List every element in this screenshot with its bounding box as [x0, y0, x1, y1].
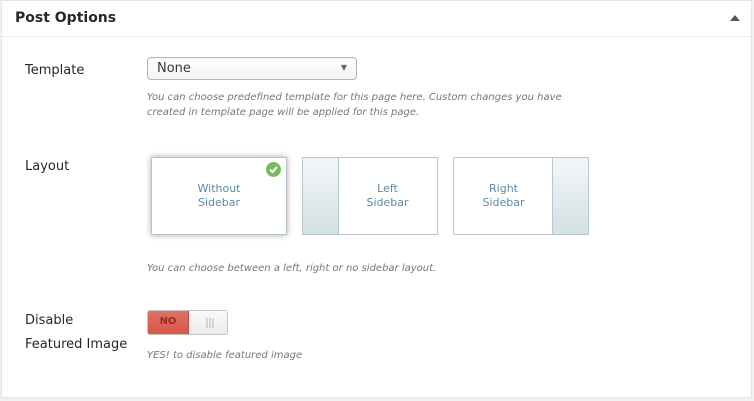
disable-featured-image-toggle[interactable]: NO — [147, 310, 228, 335]
layout-option-line1: Right — [489, 182, 518, 195]
featured-image-label-line1: Disable — [25, 313, 74, 328]
layout-option-line2: Sidebar — [482, 196, 525, 209]
panel-title: Post Options — [15, 10, 117, 26]
right-sidebar-preview — [552, 158, 588, 234]
layout-option-label: Right Sidebar — [454, 182, 553, 210]
left-sidebar-preview — [303, 158, 339, 234]
template-label: Template — [25, 63, 85, 78]
layout-option-line2: Sidebar — [197, 196, 241, 209]
layout-option-line1: Left — [377, 182, 398, 195]
layout-option-line2: Sidebar — [366, 196, 409, 209]
grip-icon[interactable] — [205, 318, 215, 328]
panel-header[interactable]: Post Options — [2, 1, 751, 37]
layout-option-without-sidebar[interactable]: Without Sidebar — [151, 157, 287, 235]
checkmark-icon — [266, 162, 281, 177]
layout-option-label: Without Sidebar — [152, 182, 286, 210]
featured-image-description: YES! to disable featured image — [147, 350, 303, 361]
layout-description: You can choose between a left, right or … — [147, 263, 437, 274]
layout-option-label: Left Sidebar — [338, 182, 437, 210]
layout-option-right-sidebar[interactable]: Right Sidebar — [453, 157, 589, 235]
featured-image-label-line2: Featured Image — [25, 337, 128, 352]
template-select-value: None — [157, 61, 191, 76]
post-options-panel: Post Options Template None ▼ You can cho… — [1, 0, 752, 398]
template-select[interactable]: None ▼ — [147, 57, 357, 80]
layout-option-left-sidebar[interactable]: Left Sidebar — [302, 157, 438, 235]
collapse-arrow-icon[interactable] — [729, 13, 741, 23]
template-description-line1: You can choose predefined template for t… — [147, 92, 562, 103]
chevron-down-icon: ▼ — [340, 63, 347, 72]
layout-label: Layout — [25, 159, 70, 174]
layout-option-line1: Without — [197, 182, 241, 195]
template-description-line2: created in template page will be applied… — [147, 107, 420, 118]
toggle-off-state: NO — [148, 311, 189, 334]
template-description: You can choose predefined template for t… — [147, 90, 567, 120]
toggle-state-label: NO — [159, 316, 177, 327]
